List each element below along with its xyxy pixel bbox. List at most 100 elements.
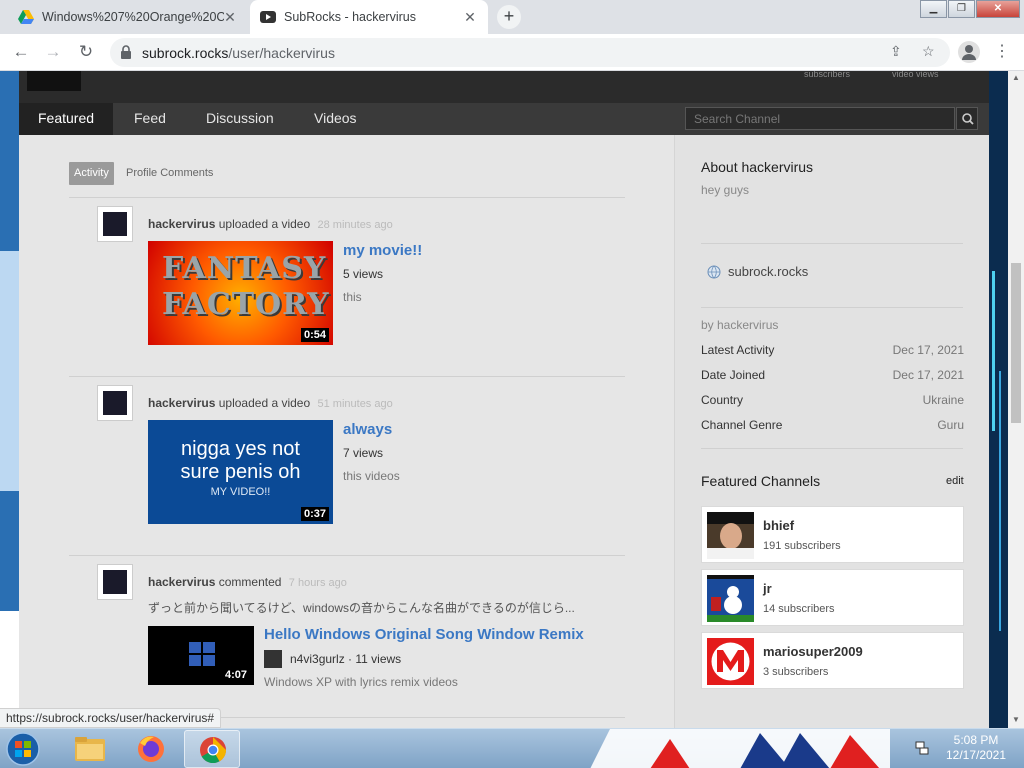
activity-time: 28 minutes ago: [317, 219, 393, 231]
globe-icon: [707, 265, 721, 279]
windows-logo-icon: [189, 642, 215, 666]
thumbnail-line-1: nigga yes not: [181, 438, 300, 460]
address-bar[interactable]: subrock.rocks/user/hackervirus ⇪ ☆: [110, 38, 950, 67]
info-value: Dec 17, 2021: [892, 343, 964, 357]
video-thumbnail[interactable]: nigga yes not sure penis oh MY VIDEO!! 0…: [148, 420, 333, 524]
profile-avatar-icon[interactable]: [958, 41, 980, 63]
tab-title: SubRocks - hackervirus: [284, 10, 416, 24]
activity-user[interactable]: hackervirus: [148, 575, 215, 589]
author-avatar[interactable]: [264, 650, 282, 668]
browser-tab-subrocks[interactable]: SubRocks - hackervirus ✕: [250, 0, 488, 34]
system-clock[interactable]: 5:08 PM 12/17/2021: [936, 733, 1016, 763]
tab-featured[interactable]: Featured: [19, 103, 114, 135]
info-value: Ukraine: [922, 393, 964, 407]
reload-icon[interactable]: ↻: [75, 42, 97, 64]
activity-time: 7 hours ago: [288, 577, 347, 589]
search-input[interactable]: [686, 108, 954, 129]
video-title-link[interactable]: my movie!!: [343, 242, 422, 259]
tab-feed[interactable]: Feed: [115, 103, 185, 135]
share-icon[interactable]: ⇪: [890, 43, 902, 60]
restore-button[interactable]: ❐: [948, 0, 975, 18]
close-icon[interactable]: ✕: [462, 9, 478, 26]
video-thumbnail[interactable]: FANTASY FACTORY 0:54: [148, 241, 333, 345]
video-author[interactable]: n4vi3gurlz: [290, 652, 345, 666]
scroll-up-icon[interactable]: ▲: [1012, 73, 1020, 82]
video-thumbnail[interactable]: 4:07: [148, 626, 254, 685]
window-close-button[interactable]: ✕: [976, 0, 1020, 18]
menu-kebab-icon[interactable]: ⋮: [994, 41, 1010, 61]
info-label: Latest Activity: [701, 343, 775, 357]
desktop-wallpaper-left: [0, 71, 19, 728]
divider: [701, 448, 963, 449]
browser-toolbar: ← → ↻ subrock.rocks/user/hackervirus ⇪ ☆…: [0, 34, 1024, 71]
url-text: subrock.rocks/user/hackervirus: [142, 45, 335, 61]
scroll-down-icon[interactable]: ▼: [1012, 715, 1020, 724]
channel-avatar: [707, 575, 754, 622]
divider: [69, 376, 625, 377]
video-description: Windows XP with lyrics remix videos: [264, 675, 458, 689]
video-views: · 11 views: [348, 652, 402, 666]
back-arrow-icon[interactable]: ←: [10, 42, 32, 64]
video-views: 5 views: [343, 267, 384, 281]
clock-time: 5:08 PM: [953, 733, 999, 747]
activity-user[interactable]: hackervirus: [148, 396, 215, 410]
taskbar-explorer[interactable]: [62, 730, 118, 768]
url-host: subrock.rocks: [142, 45, 229, 61]
start-orb-icon[interactable]: [4, 730, 42, 768]
taskbar-firefox[interactable]: [123, 730, 179, 768]
channel-avatar[interactable]: [27, 71, 81, 91]
close-icon[interactable]: ✕: [222, 9, 238, 26]
user-avatar[interactable]: [97, 206, 133, 242]
divider: [701, 243, 963, 244]
comment-text: ずっと前から聞いてるけど、windowsの音からこんな名曲ができるのが信じら..…: [148, 601, 575, 615]
chrome-icon: [200, 737, 227, 764]
featured-channel-card[interactable]: mariosuper2009 3 subscribers: [701, 632, 964, 689]
featured-channel-card[interactable]: jr 14 subscribers: [701, 569, 964, 626]
featured-channel-card[interactable]: bhief 191 subscribers: [701, 506, 964, 563]
thumbnail-line-3: MY VIDEO!!: [210, 486, 271, 498]
activity-header: hackervirus commented 7 hours ago: [148, 575, 347, 589]
minimize-button[interactable]: ▁: [920, 0, 947, 18]
user-avatar[interactable]: [97, 385, 133, 421]
info-value: Dec 17, 2021: [892, 368, 964, 382]
channel-header: subscribers video views: [19, 71, 989, 103]
subtab-profile-comments[interactable]: Profile Comments: [126, 162, 213, 185]
info-row-country: Country Ukraine: [701, 393, 964, 407]
activity-user[interactable]: hackervirus: [148, 217, 215, 231]
window-controls: ▁ ❐ ✕: [919, 0, 1020, 18]
search-icon: [962, 113, 974, 125]
activity-action: commented: [218, 575, 282, 589]
scrollbar-thumb[interactable]: [1011, 263, 1021, 423]
lock-icon: [121, 45, 131, 59]
channel-sidebar: About hackervirus hey guys subrock.rocks…: [674, 135, 989, 728]
search-button[interactable]: [956, 107, 978, 130]
subtab-activity[interactable]: Activity: [69, 162, 114, 185]
network-icon[interactable]: [914, 740, 930, 756]
forward-arrow-icon[interactable]: →: [42, 42, 64, 64]
channel-avatar: [707, 638, 754, 685]
video-title-link[interactable]: always: [343, 421, 392, 438]
divider: [701, 307, 963, 308]
subscribers-stat-label: subscribers: [804, 71, 851, 79]
website-link[interactable]: subrock.rocks: [728, 264, 808, 279]
thumbnail-logo-text: FANTASY FACTORY: [162, 251, 330, 322]
video-author-line: n4vi3gurlz · 11 views: [290, 652, 401, 666]
browser-tab-drive[interactable]: Windows%207%20Orange%20C... ✕: [8, 0, 248, 34]
edit-link[interactable]: edit: [946, 475, 964, 487]
channel-name: jr: [763, 581, 772, 596]
channel-subscribers: 191 subscribers: [763, 540, 841, 552]
activity-header: hackervirus uploaded a video 28 minutes …: [148, 217, 393, 231]
video-duration: 4:07: [221, 668, 250, 682]
star-icon[interactable]: ☆: [922, 43, 935, 60]
channel-subscribers: 14 subscribers: [763, 603, 835, 615]
channel-avatar: [707, 512, 754, 559]
tab-videos[interactable]: Videos: [295, 103, 376, 135]
desktop-wallpaper-right: [989, 71, 1008, 728]
tab-discussion[interactable]: Discussion: [187, 103, 293, 135]
user-avatar[interactable]: [97, 564, 133, 600]
vertical-scrollbar[interactable]: ▲ ▼: [1008, 71, 1024, 728]
activity-action: uploaded a video: [218, 217, 311, 231]
video-title-link[interactable]: Hello Windows Original Song Window Remix: [264, 626, 584, 643]
taskbar-chrome[interactable]: [184, 730, 240, 768]
new-tab-button[interactable]: +: [497, 5, 521, 29]
